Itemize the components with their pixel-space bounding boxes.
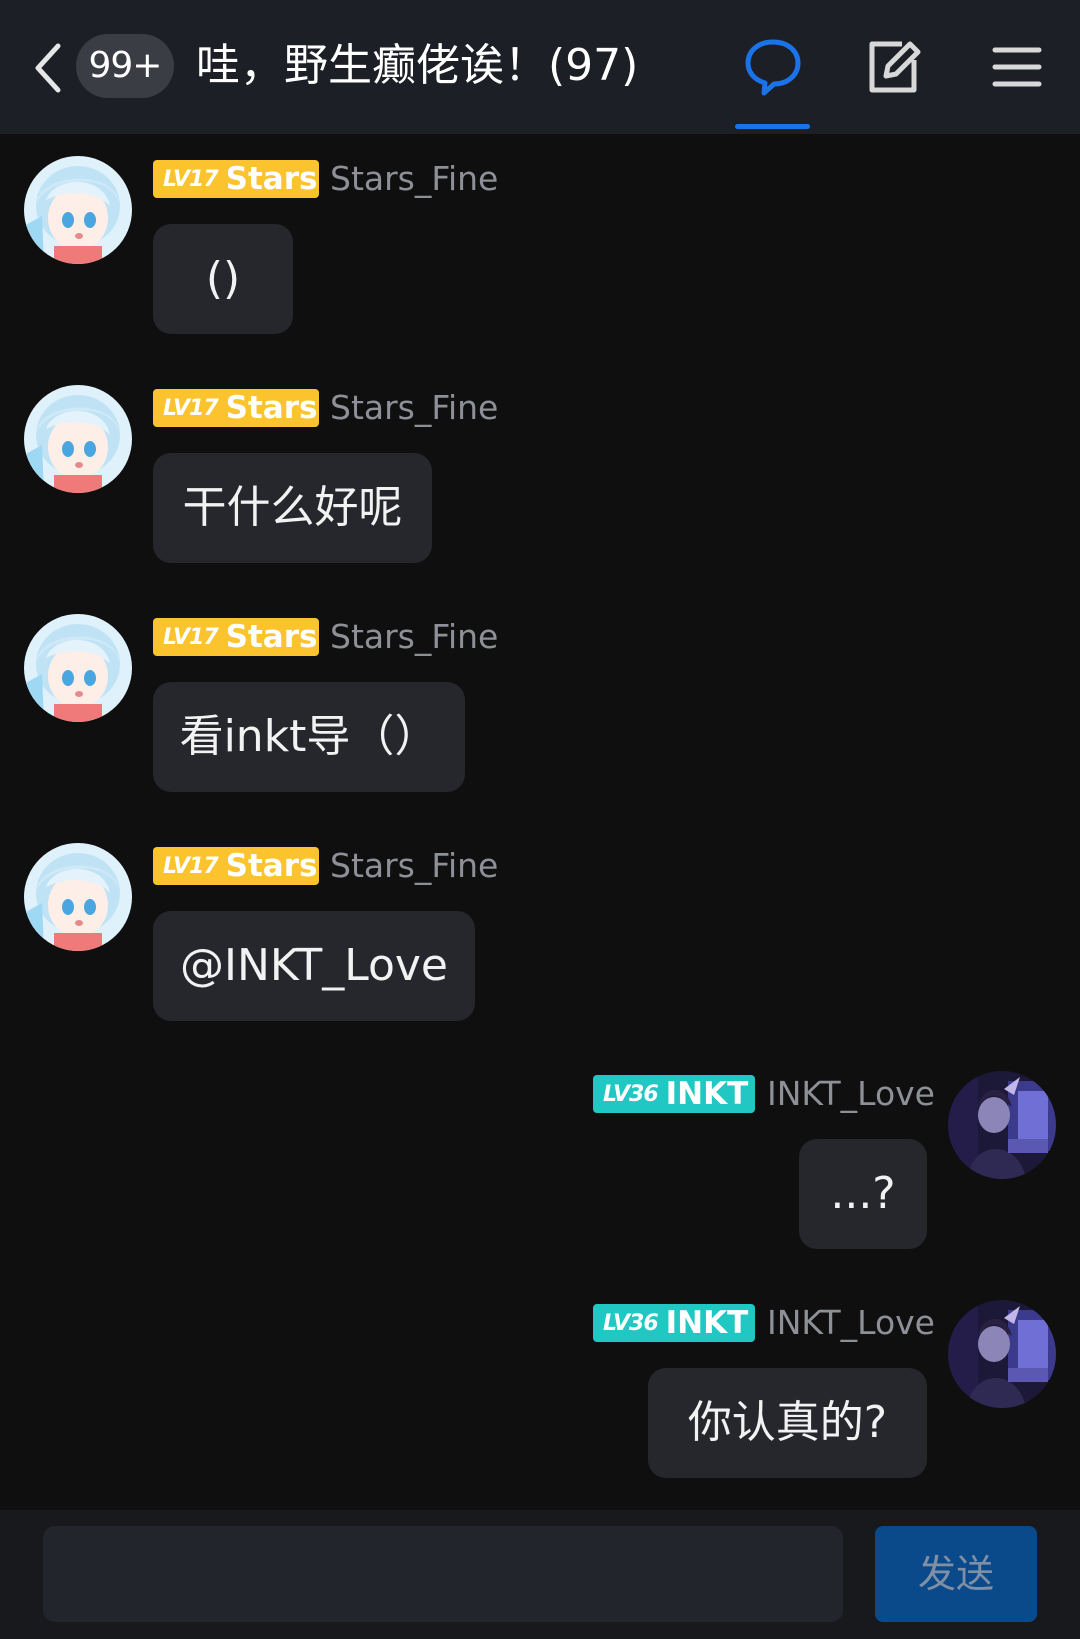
chat-tab-button[interactable]: [742, 36, 804, 98]
level-label: LV17: [163, 395, 219, 421]
back-button[interactable]: [28, 38, 72, 98]
message-bubble[interactable]: 干什么好呢: [153, 453, 432, 563]
edit-icon: [869, 41, 921, 93]
level-label: LV36: [603, 1081, 659, 1107]
level-badge: LV17 Stars: [153, 618, 319, 656]
username[interactable]: Stars_Fine: [330, 156, 498, 202]
badge-title: INKT: [665, 1076, 749, 1112]
back-arrow-icon: [35, 43, 61, 93]
send-button[interactable]: 发送: [875, 1526, 1037, 1622]
level-badge: LV36 INKT: [593, 1304, 755, 1342]
avatar[interactable]: [948, 1300, 1056, 1408]
username[interactable]: INKT_Love: [767, 1300, 935, 1346]
level-label: LV17: [163, 166, 219, 192]
badge-title: Stars: [225, 390, 318, 426]
avatar[interactable]: [24, 614, 132, 722]
level-badge: LV17 Stars: [153, 389, 319, 427]
level-badge: LV17 Stars: [153, 160, 319, 198]
message-bubble[interactable]: 你认真的?: [648, 1368, 927, 1478]
badge-title: Stars: [225, 619, 318, 655]
composer-bar: 发送: [0, 1510, 1080, 1639]
message-bubble[interactable]: (): [153, 224, 293, 334]
avatar[interactable]: [24, 156, 132, 264]
avatar[interactable]: [24, 843, 132, 951]
badge-title: Stars: [225, 161, 318, 197]
chat-bubble-icon: [745, 39, 801, 96]
avatar[interactable]: [948, 1071, 1056, 1179]
level-label: LV36: [603, 1310, 659, 1336]
badge-title: Stars: [225, 848, 318, 884]
level-badge: LV36 INKT: [593, 1075, 755, 1113]
username[interactable]: Stars_Fine: [330, 614, 498, 660]
unread-count-badge[interactable]: 99+: [76, 34, 174, 98]
avatar[interactable]: [24, 385, 132, 493]
level-label: LV17: [163, 853, 219, 879]
message-bubble[interactable]: 看inkt导（）: [153, 682, 465, 792]
badge-title: INKT: [665, 1305, 749, 1341]
message-bubble[interactable]: ...?: [799, 1139, 927, 1249]
top-bar: 99+ 哇，野生癫佬诶！(97): [0, 0, 1080, 134]
username[interactable]: Stars_Fine: [330, 385, 498, 431]
level-label: LV17: [163, 624, 219, 650]
chat-title: 哇，野生癫佬诶！(97): [196, 40, 639, 91]
username[interactable]: INKT_Love: [767, 1071, 935, 1117]
message-input[interactable]: [43, 1526, 843, 1622]
menu-button[interactable]: [985, 36, 1047, 98]
message-bubble[interactable]: @INKT_Love: [153, 911, 475, 1021]
active-tab-indicator: [735, 124, 810, 129]
edit-button[interactable]: [862, 36, 924, 98]
menu-icon: [992, 47, 1042, 87]
level-badge: LV17 Stars: [153, 847, 319, 885]
username[interactable]: Stars_Fine: [330, 843, 498, 889]
